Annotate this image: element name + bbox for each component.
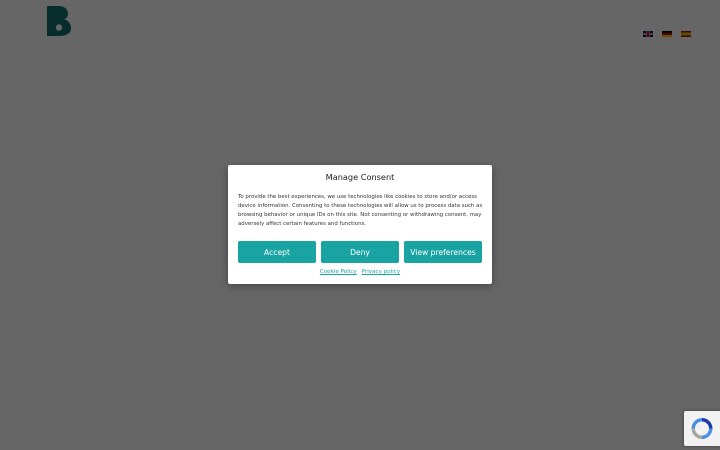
consent-dialog: Manage Consent To provide the best exper… <box>228 165 492 284</box>
recaptcha-badge[interactable] <box>684 411 720 446</box>
consent-button-row: Accept Deny View preferences <box>238 241 482 263</box>
cookie-policy-link[interactable]: Cookie Policy <box>320 269 357 275</box>
recaptcha-icon <box>691 418 713 439</box>
deny-button[interactable]: Deny <box>321 241 399 263</box>
consent-description: To provide the best experiences, we use … <box>238 194 483 227</box>
privacy-policy-link[interactable]: Privacy policy <box>362 269 401 275</box>
accept-button[interactable]: Accept <box>238 241 316 263</box>
consent-title: Manage Consent <box>325 172 395 182</box>
policy-links: Cookie Policy Privacy policy <box>228 269 492 275</box>
view-preferences-button[interactable]: View preferences <box>404 241 482 263</box>
